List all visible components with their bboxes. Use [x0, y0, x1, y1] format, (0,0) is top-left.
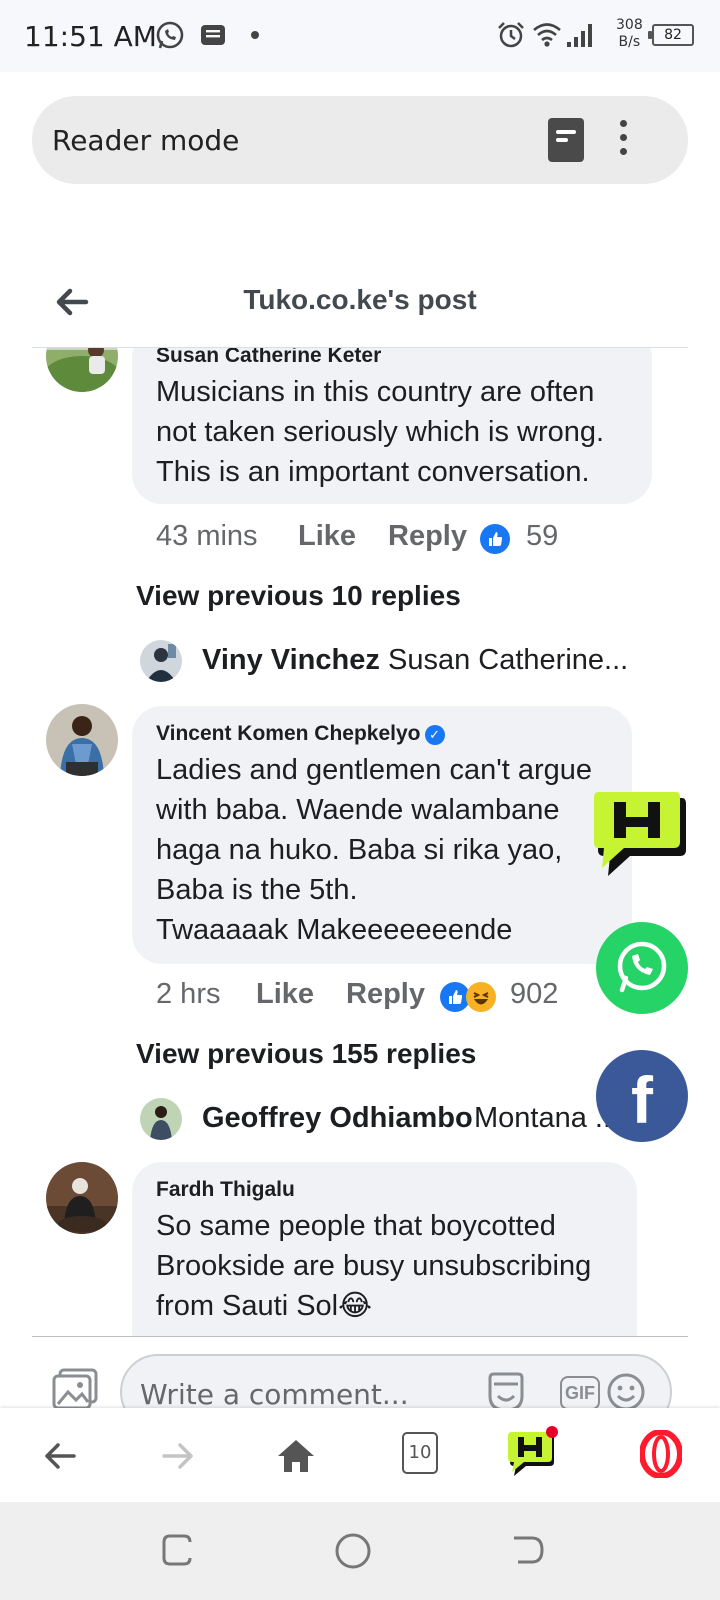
- comment-text: So same people that boycotted Brookside …: [156, 1206, 591, 1326]
- reaction-count[interactable]: 902: [510, 978, 558, 1011]
- comment-author[interactable]: Fardh Thigalu: [156, 1178, 295, 1202]
- comment-author-row[interactable]: Vincent Komen Chepkelyo ✓: [156, 722, 445, 746]
- reaction-count[interactable]: 59: [526, 520, 558, 553]
- comment-line: Twaaaaak Makeeeeeeende: [156, 914, 513, 946]
- comment-time[interactable]: 43 mins: [156, 520, 258, 553]
- back-arrow-icon[interactable]: [52, 282, 92, 322]
- reader-mode-label[interactable]: Reader mode: [52, 124, 239, 157]
- recent-apps-icon[interactable]: [160, 1532, 196, 1568]
- reply-avatar[interactable]: [140, 640, 182, 682]
- avatar[interactable]: [46, 704, 118, 776]
- status-bar: 11:51 AM 308 B/s 82: [0, 0, 720, 72]
- message-notification-icon: [201, 25, 225, 45]
- comment-line: haga na huko. Baba si rika yao,: [156, 834, 563, 866]
- comment-author[interactable]: Vincent Komen Chepkelyo: [156, 722, 421, 745]
- comment-bubble[interactable]: Vincent Komen Chepkelyo ✓ Ladies and gent…: [132, 706, 632, 964]
- opera-menu-icon[interactable]: [640, 1430, 682, 1478]
- hype-logo-button[interactable]: [594, 790, 686, 882]
- more-options-icon[interactable]: [618, 120, 628, 160]
- whatsapp-share-button[interactable]: [596, 922, 688, 1014]
- facebook-share-button[interactable]: f: [596, 1050, 688, 1142]
- photo-icon[interactable]: [52, 1368, 98, 1410]
- comment-meta: 2 hrs Like Reply 902: [156, 978, 576, 1018]
- comment-meta: 43 mins Like Reply 59: [156, 520, 576, 560]
- comment-time[interactable]: 2 hrs: [156, 978, 220, 1011]
- reply-snippet[interactable]: Susan Catherine...: [388, 644, 628, 677]
- like-button[interactable]: Like: [256, 978, 314, 1011]
- avatar-photo: [46, 1162, 118, 1234]
- avatar[interactable]: [46, 348, 118, 392]
- comment-line: not taken seriously which is wrong.: [156, 416, 605, 448]
- comment-placeholder[interactable]: Write a comment...: [140, 1378, 409, 1411]
- comment-bubble[interactable]: Fardh Thigalu So same people that boycot…: [132, 1162, 637, 1336]
- comment-author[interactable]: Susan Catherine Keter: [156, 348, 381, 368]
- back-nav-icon[interactable]: [510, 1532, 546, 1568]
- network-speed-value: 308: [616, 17, 643, 33]
- gif-button[interactable]: GIF: [560, 1376, 600, 1410]
- post-header: Tuko.co.ke's post: [32, 262, 688, 348]
- battery-indicator: 82: [648, 24, 694, 46]
- haha-reaction-icon[interactable]: [466, 982, 496, 1012]
- avatar-photo: [46, 348, 118, 392]
- system-navigation-bar: [0, 1502, 720, 1600]
- browser-forward-icon[interactable]: [156, 1434, 200, 1478]
- hype-tab-icon[interactable]: [508, 1426, 558, 1478]
- like-reaction-icon[interactable]: [480, 524, 510, 554]
- reader-mode-document-icon[interactable]: [548, 118, 584, 162]
- composer-divider: [32, 1336, 688, 1337]
- browser-back-icon[interactable]: [38, 1434, 82, 1478]
- home-nav-icon[interactable]: [334, 1532, 372, 1570]
- reader-mode-bar[interactable]: Reader mode: [32, 96, 688, 184]
- view-previous-replies[interactable]: View previous 10 replies: [136, 580, 461, 612]
- network-speed: 308 B/s: [616, 17, 643, 51]
- verified-badge-icon: ✓: [424, 725, 445, 745]
- comment-text: Ladies and gentlemen can't argue with ba…: [156, 750, 592, 950]
- whatsapp-notification-icon: [156, 21, 184, 49]
- network-speed-unit: B/s: [618, 34, 641, 50]
- facebook-icon: f: [631, 1063, 653, 1137]
- browser-toolbar: 10: [0, 1408, 720, 1502]
- home-icon[interactable]: [274, 1434, 318, 1478]
- reply-button[interactable]: Reply: [388, 520, 467, 553]
- view-previous-replies[interactable]: View previous 155 replies: [136, 1038, 476, 1070]
- comment-line: from Sauti Sol😂: [156, 1290, 373, 1322]
- emoji-icon[interactable]: [606, 1372, 646, 1412]
- alarm-icon: [498, 22, 524, 48]
- reply-preview[interactable]: Viny Vinchez Susan Catherine...: [140, 640, 660, 686]
- wifi-icon: [533, 23, 561, 47]
- reply-author[interactable]: Viny Vinchez: [202, 644, 380, 677]
- comment-line: Ladies and gentlemen can't argue: [156, 754, 593, 786]
- reply-avatar[interactable]: [140, 1098, 182, 1140]
- comment-line: with baba. Waende walambane: [156, 794, 560, 826]
- comment-line: Musicians in this country are often: [156, 376, 595, 408]
- avatar-photo: [46, 704, 118, 776]
- more-notifications-dot-icon: [251, 31, 259, 39]
- reply-preview[interactable]: Geoffrey Odhiambo Montana ...: [140, 1098, 660, 1144]
- reply-author[interactable]: Geoffrey Odhiambo: [202, 1102, 473, 1135]
- tabs-button[interactable]: 10: [402, 1432, 438, 1474]
- whatsapp-icon: [617, 941, 667, 993]
- comment-bubble[interactable]: Susan Catherine Keter Musicians in this …: [132, 348, 652, 504]
- comment-line: Brookside are busy unsubscribing: [156, 1250, 592, 1282]
- comment-line: So same people that boycotted: [156, 1210, 556, 1242]
- status-time: 11:51 AM: [24, 20, 157, 53]
- comment-line: Baba is the 5th.: [156, 874, 358, 906]
- post-title: Tuko.co.ke's post: [243, 284, 477, 315]
- signal-icon: [567, 24, 592, 47]
- comment-line: This is an important conversation.: [156, 456, 590, 488]
- comment-text: Musicians in this country are often not …: [156, 372, 604, 492]
- reply-button[interactable]: Reply: [346, 978, 425, 1011]
- like-button[interactable]: Like: [298, 520, 356, 553]
- avatar[interactable]: [46, 1162, 118, 1234]
